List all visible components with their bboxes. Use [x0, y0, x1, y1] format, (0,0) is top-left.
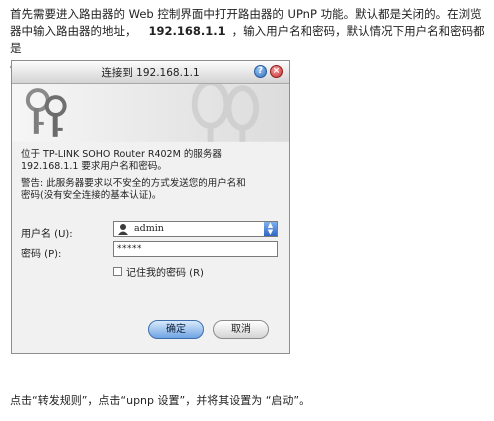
username-value: admin	[134, 223, 164, 234]
server-message-line1: 位于 TP-LINK SOHO Router R402M 的服务器	[21, 149, 222, 160]
router-ip: 192.168.1.1	[148, 24, 226, 38]
dropdown-arrow-icon[interactable]: ▲ ▼	[264, 222, 277, 236]
server-message-line2: 192.168.1.1 要求用户名和密码。	[21, 161, 167, 172]
close-icon[interactable]: ×	[270, 65, 283, 78]
remember-password-checkbox[interactable]	[113, 267, 122, 276]
username-label: 用户名 (U):	[21, 229, 73, 240]
warning-message-line2: 密码(没有安全连接的基本认证)。	[21, 190, 162, 201]
server-message: 位于 TP-LINK SOHO Router R402M 的服务器 192.16…	[21, 149, 222, 173]
cancel-button[interactable]: 取消	[213, 320, 269, 339]
login-dialog: 连接到 192.168.1.1 ? × 位于 TP-LINK SOHO Rout…	[11, 60, 290, 354]
dialog-title: 连接到 192.168.1.1	[101, 67, 200, 79]
remember-password-label: 记住我的密码 (R)	[126, 268, 204, 279]
user-icon	[118, 224, 128, 235]
password-field[interactable]: *****	[113, 241, 278, 257]
help-icon[interactable]: ?	[254, 65, 267, 78]
remember-password-option[interactable]: 记住我的密码 (R)	[113, 264, 204, 279]
warning-message-line1: 警告: 此服务器要求以不安全的方式发送您的用户名和	[21, 178, 246, 189]
close-glyph: ×	[272, 66, 281, 76]
dialog-banner-image	[12, 84, 289, 142]
warning-message: 警告: 此服务器要求以不安全的方式发送您的用户名和 密码(没有安全连接的基本认证…	[21, 178, 246, 202]
password-label: 密码 (P):	[21, 249, 62, 260]
outro-text: 点击“转发规则”，点击“upnp 设置”，并将其设置为 “启动”。	[10, 394, 311, 407]
help-glyph: ?	[257, 66, 264, 76]
ok-button[interactable]: 确定	[148, 320, 204, 339]
username-combobox[interactable]: admin ▲ ▼	[113, 221, 278, 237]
dialog-titlebar[interactable]: 连接到 192.168.1.1 ? ×	[12, 61, 289, 84]
